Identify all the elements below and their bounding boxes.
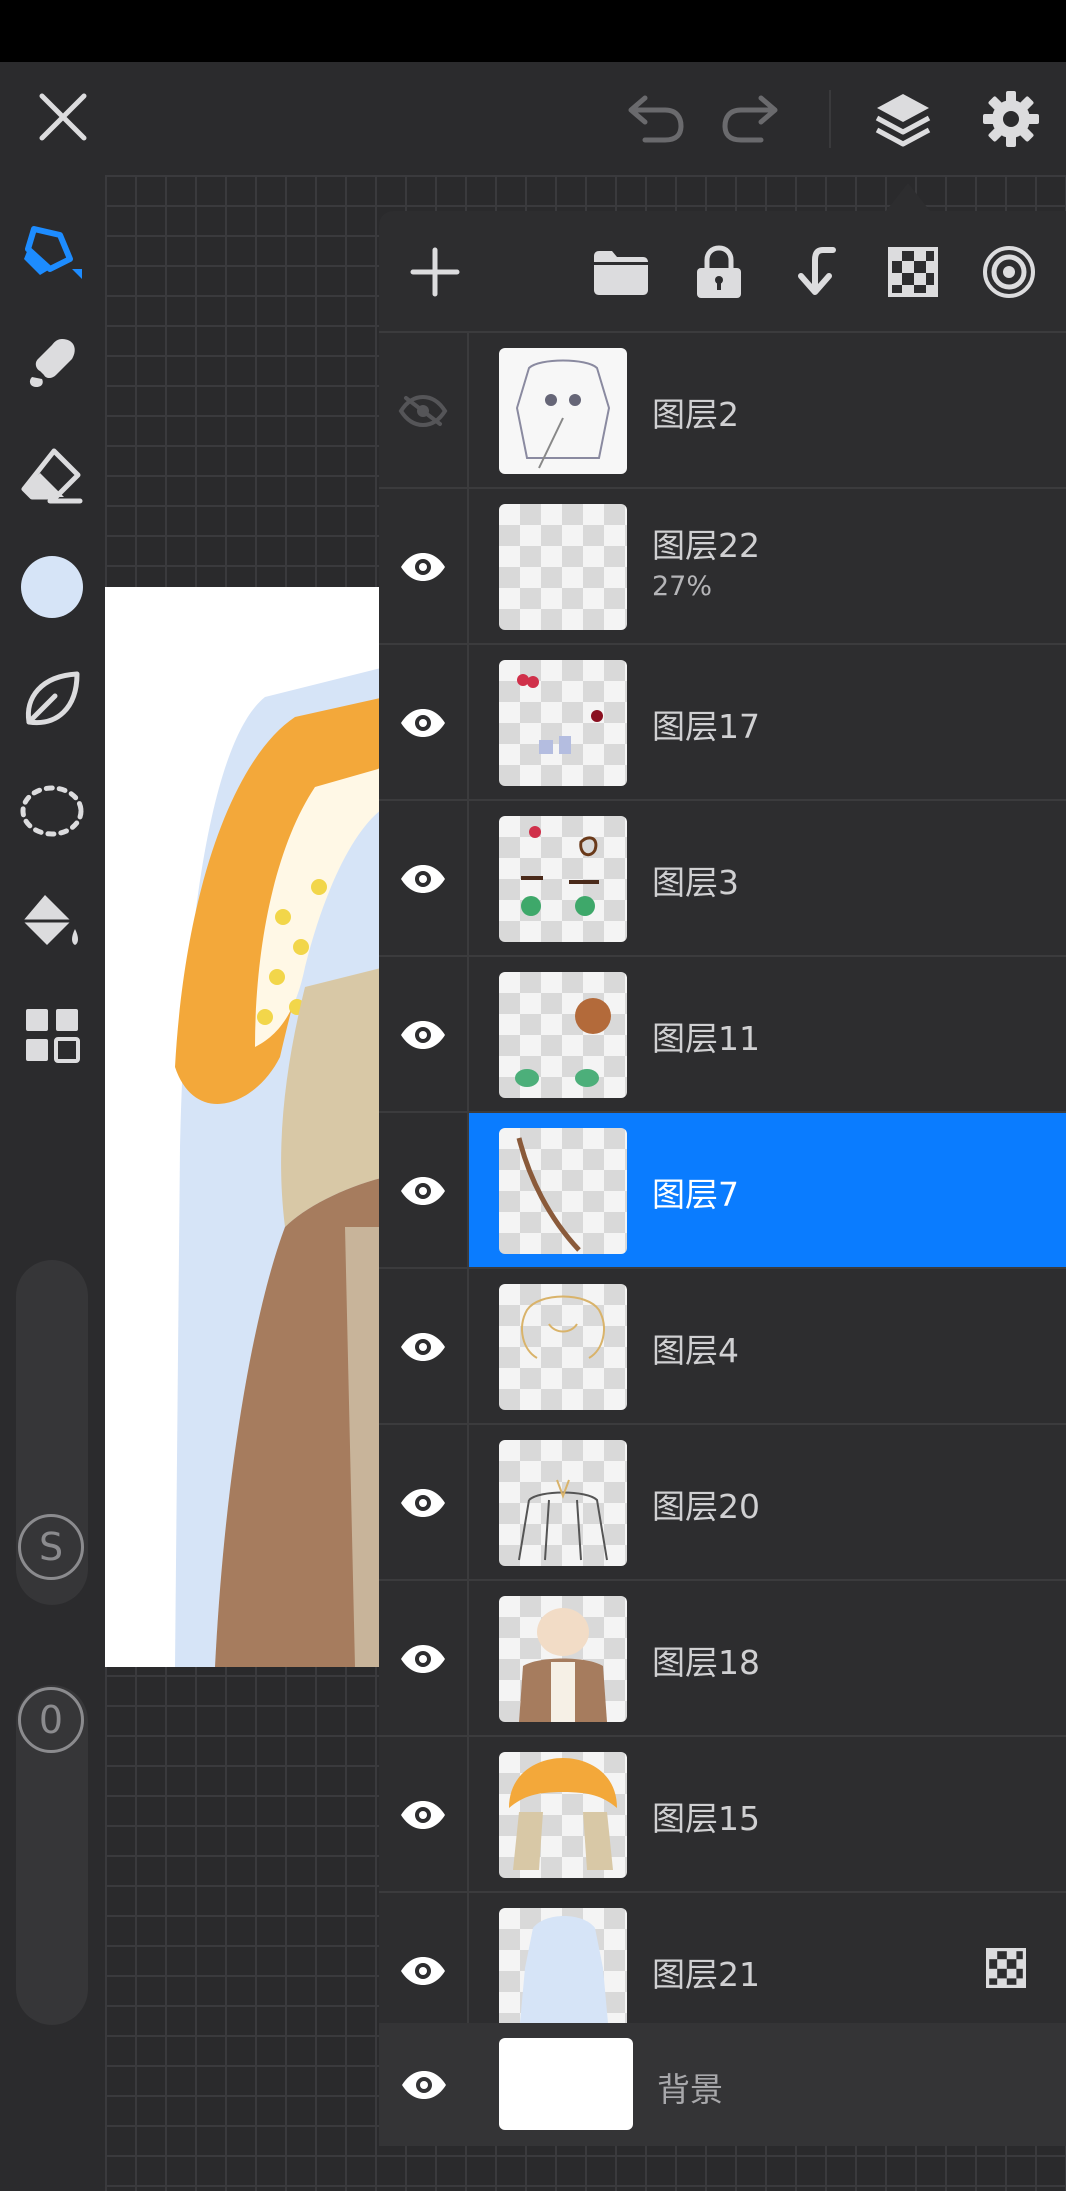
layer-visibility-toggle[interactable] [379,489,469,645]
eye-icon [401,1957,445,1985]
layer-name: 图层21 [652,1955,760,1994]
close-icon[interactable] [30,84,96,150]
layer-visibility-toggle[interactable] [379,645,469,801]
layer-thumbnail [499,1128,627,1254]
brush-size-badge: S [18,1514,84,1580]
fill-bucket-icon[interactable] [16,887,88,959]
smudge-icon[interactable] [16,327,88,399]
layer-row[interactable]: 图层11 [379,957,1066,1113]
lock-icon[interactable] [683,236,755,308]
eye-icon [401,1489,445,1517]
eye-icon [401,1333,445,1361]
layer-name: 图层18 [652,1643,760,1682]
color-swatch[interactable] [16,551,88,623]
layer-name: 图层11 [652,1019,760,1058]
eye-icon [401,553,445,581]
layer-opacity: 27% [652,571,713,602]
layer-name: 图层15 [652,1799,760,1838]
layer-thumbnail [499,972,627,1098]
layer-name: 图层7 [652,1175,739,1214]
layers-icon[interactable] [868,84,938,154]
grid-apps-icon[interactable] [16,999,88,1071]
layer-row[interactable]: 图层17 [379,645,1066,801]
layer-visibility-toggle[interactable] [379,1113,469,1269]
layer-row[interactable]: 图层4 [379,1269,1066,1425]
layer-visibility-toggle[interactable] [379,2023,469,2146]
lasso-select-icon[interactable] [16,775,88,847]
layer-thumbnail [499,1284,627,1410]
layer-thumbnail [499,816,627,942]
toolbar-divider [829,90,831,148]
eye-icon [401,1645,445,1673]
layer-thumbnail [499,504,627,630]
layer-name: 图层20 [652,1487,760,1526]
eye-icon [401,709,445,737]
artboard[interactable] [105,587,385,1667]
background-color-swatch[interactable] [499,2038,633,2130]
layer-name: 图层17 [652,707,760,746]
layer-thumbnail [499,1908,627,2034]
layer-visibility-toggle[interactable] [379,1269,469,1425]
layer-name: 背景 [657,2070,723,2109]
merge-down-icon[interactable] [779,236,851,308]
layers-panel-pointer [886,183,930,211]
eraser-icon[interactable] [16,439,88,511]
folder-icon[interactable] [585,236,657,308]
layer-row[interactable]: 图层22 27% [379,489,1066,645]
eye-icon [401,1801,445,1829]
top-toolbar [0,62,1066,175]
layer-visibility-toggle[interactable] [379,957,469,1113]
layer-visibility-toggle[interactable] [379,333,469,489]
tool-sidebar: S 0 [0,175,105,2191]
eye-hidden-icon [398,394,448,428]
layer-name: 图层22 [652,526,760,565]
eye-icon [401,1177,445,1205]
layers-panel-header [379,211,1066,333]
layer-thumbnail [499,660,627,786]
layer-thumbnail [499,1752,627,1878]
layer-visibility-toggle[interactable] [379,1581,469,1737]
add-layer-icon[interactable] [399,236,471,308]
eye-icon [401,1021,445,1049]
artwork-preview [175,667,385,1667]
layer-row[interactable]: 图层2 [379,333,1066,489]
app-window: S 0 图层2 图层22 27% 图层17 图层3 图层11 图层7 图层4 图… [0,0,1066,2191]
brush-icon[interactable] [16,215,88,287]
shape-leaf-icon[interactable] [16,663,88,735]
transparency-checker-icon[interactable] [986,1948,1026,1992]
transparency-checker-icon[interactable] [877,236,949,308]
settings-icon[interactable] [976,84,1046,154]
reference-target-icon[interactable] [973,236,1045,308]
layer-name: 图层4 [652,1331,739,1370]
layer-thumbnail [499,1596,627,1722]
layer-row[interactable]: 图层20 [379,1425,1066,1581]
layer-row-selected[interactable]: 图层7 [379,1113,1066,1269]
layer-name: 图层2 [652,395,739,434]
redo-icon[interactable] [718,86,784,152]
eye-icon [402,2070,446,2099]
layers-panel: 图层2 图层22 27% 图层17 图层3 图层11 图层7 图层4 图层20 … [379,211,1066,2146]
undo-icon[interactable] [622,86,688,152]
layer-row[interactable]: 图层15 [379,1737,1066,1893]
layer-visibility-toggle[interactable] [379,1425,469,1581]
layer-row[interactable]: 图层3 [379,801,1066,957]
layer-thumbnail [499,1440,627,1566]
opacity-badge: 0 [18,1687,84,1753]
layer-row[interactable]: 图层18 [379,1581,1066,1737]
background-layer-row[interactable]: 背景 [379,2023,1066,2146]
status-bar [0,0,1066,62]
eye-icon [401,865,445,893]
layer-thumbnail [499,348,627,474]
layer-visibility-toggle[interactable] [379,801,469,957]
layer-name: 图层3 [652,863,739,902]
layer-visibility-toggle[interactable] [379,1737,469,1893]
